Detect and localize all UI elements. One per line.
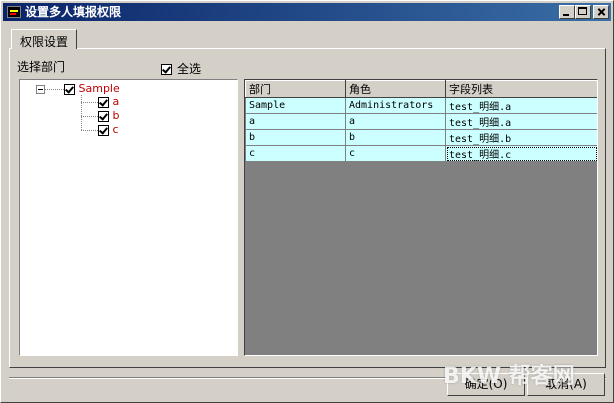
column-header-field-list[interactable]: 字段列表 bbox=[445, 80, 597, 98]
app-icon bbox=[7, 6, 21, 18]
tree-connector bbox=[81, 130, 98, 131]
cell-field-list[interactable]: test_明细.a bbox=[445, 113, 597, 130]
tree-node-a[interactable]: a bbox=[98, 96, 119, 108]
column-header-department[interactable]: 部门 bbox=[245, 80, 346, 98]
table-row[interactable]: b b test_明细.b bbox=[245, 129, 597, 146]
cell-role[interactable]: a bbox=[345, 113, 446, 130]
tree-connector bbox=[45, 89, 64, 90]
table-row[interactable]: a a test_明细.a bbox=[245, 113, 597, 130]
close-button[interactable] bbox=[593, 5, 609, 19]
select-all-label: 全选 bbox=[177, 62, 202, 76]
tree-connector bbox=[81, 102, 98, 103]
tree-node-label: Sample bbox=[78, 82, 120, 95]
window-title: 设置多人填报权限 bbox=[25, 5, 122, 19]
cell-role[interactable]: c bbox=[345, 145, 446, 162]
cell-department[interactable]: Sample bbox=[245, 97, 346, 114]
ok-button[interactable]: 确定(O) bbox=[447, 373, 525, 396]
tree-node-label: a bbox=[112, 95, 120, 108]
collapse-icon[interactable] bbox=[36, 85, 45, 94]
title-bar[interactable]: 设置多人填报权限 bbox=[3, 3, 611, 21]
cancel-button[interactable]: 取消(A) bbox=[527, 373, 605, 396]
cell-department[interactable]: c bbox=[245, 145, 346, 162]
tree-node-label: c bbox=[112, 123, 119, 136]
department-section-label: 选择部门 bbox=[17, 60, 66, 74]
tab-permission-settings[interactable]: 权限设置 bbox=[11, 29, 77, 49]
permission-grid[interactable]: 部门 角色 字段列表 Sample Administrators test_明细… bbox=[244, 79, 598, 356]
dialog-window: 设置多人填报权限 权限设置 选择部门 全选 Sample a b c 部门 角色… bbox=[0, 0, 614, 403]
table-row[interactable]: Sample Administrators test_明细.a bbox=[245, 97, 597, 114]
select-all-checkbox[interactable]: 全选 bbox=[161, 60, 201, 77]
cell-department[interactable]: a bbox=[245, 113, 346, 130]
department-tree[interactable]: Sample a b c bbox=[19, 79, 238, 356]
tree-node-root[interactable]: Sample bbox=[64, 83, 120, 95]
cell-department[interactable]: b bbox=[245, 129, 346, 146]
checkbox-icon bbox=[161, 64, 172, 75]
tree-node-label: b bbox=[112, 109, 120, 122]
checkbox-icon[interactable] bbox=[64, 83, 75, 95]
table-row[interactable]: c c test_明细.c bbox=[245, 145, 597, 162]
column-header-role[interactable]: 角色 bbox=[345, 80, 446, 98]
cell-field-list[interactable]: test_明细.a bbox=[445, 97, 597, 114]
checkbox-icon[interactable] bbox=[98, 124, 109, 136]
tree-node-b[interactable]: b bbox=[98, 110, 119, 122]
tree-connector bbox=[81, 116, 98, 117]
maximize-button[interactable] bbox=[575, 5, 591, 19]
permission-table: 部门 角色 字段列表 Sample Administrators test_明细… bbox=[245, 80, 597, 162]
cell-role[interactable]: b bbox=[345, 129, 446, 146]
cell-field-list[interactable]: test_明细.b bbox=[445, 129, 597, 146]
grid-header-row: 部门 角色 字段列表 bbox=[245, 80, 597, 98]
cell-role[interactable]: Administrators bbox=[345, 97, 446, 114]
tree-connector bbox=[81, 95, 82, 130]
checkbox-icon[interactable] bbox=[98, 110, 109, 122]
tree-node-c[interactable]: c bbox=[98, 124, 119, 136]
cell-field-list[interactable]: test_明细.c bbox=[445, 145, 597, 162]
checkbox-icon[interactable] bbox=[98, 96, 109, 108]
minimize-button[interactable] bbox=[559, 5, 575, 19]
tab-label: 权限设置 bbox=[20, 35, 69, 49]
